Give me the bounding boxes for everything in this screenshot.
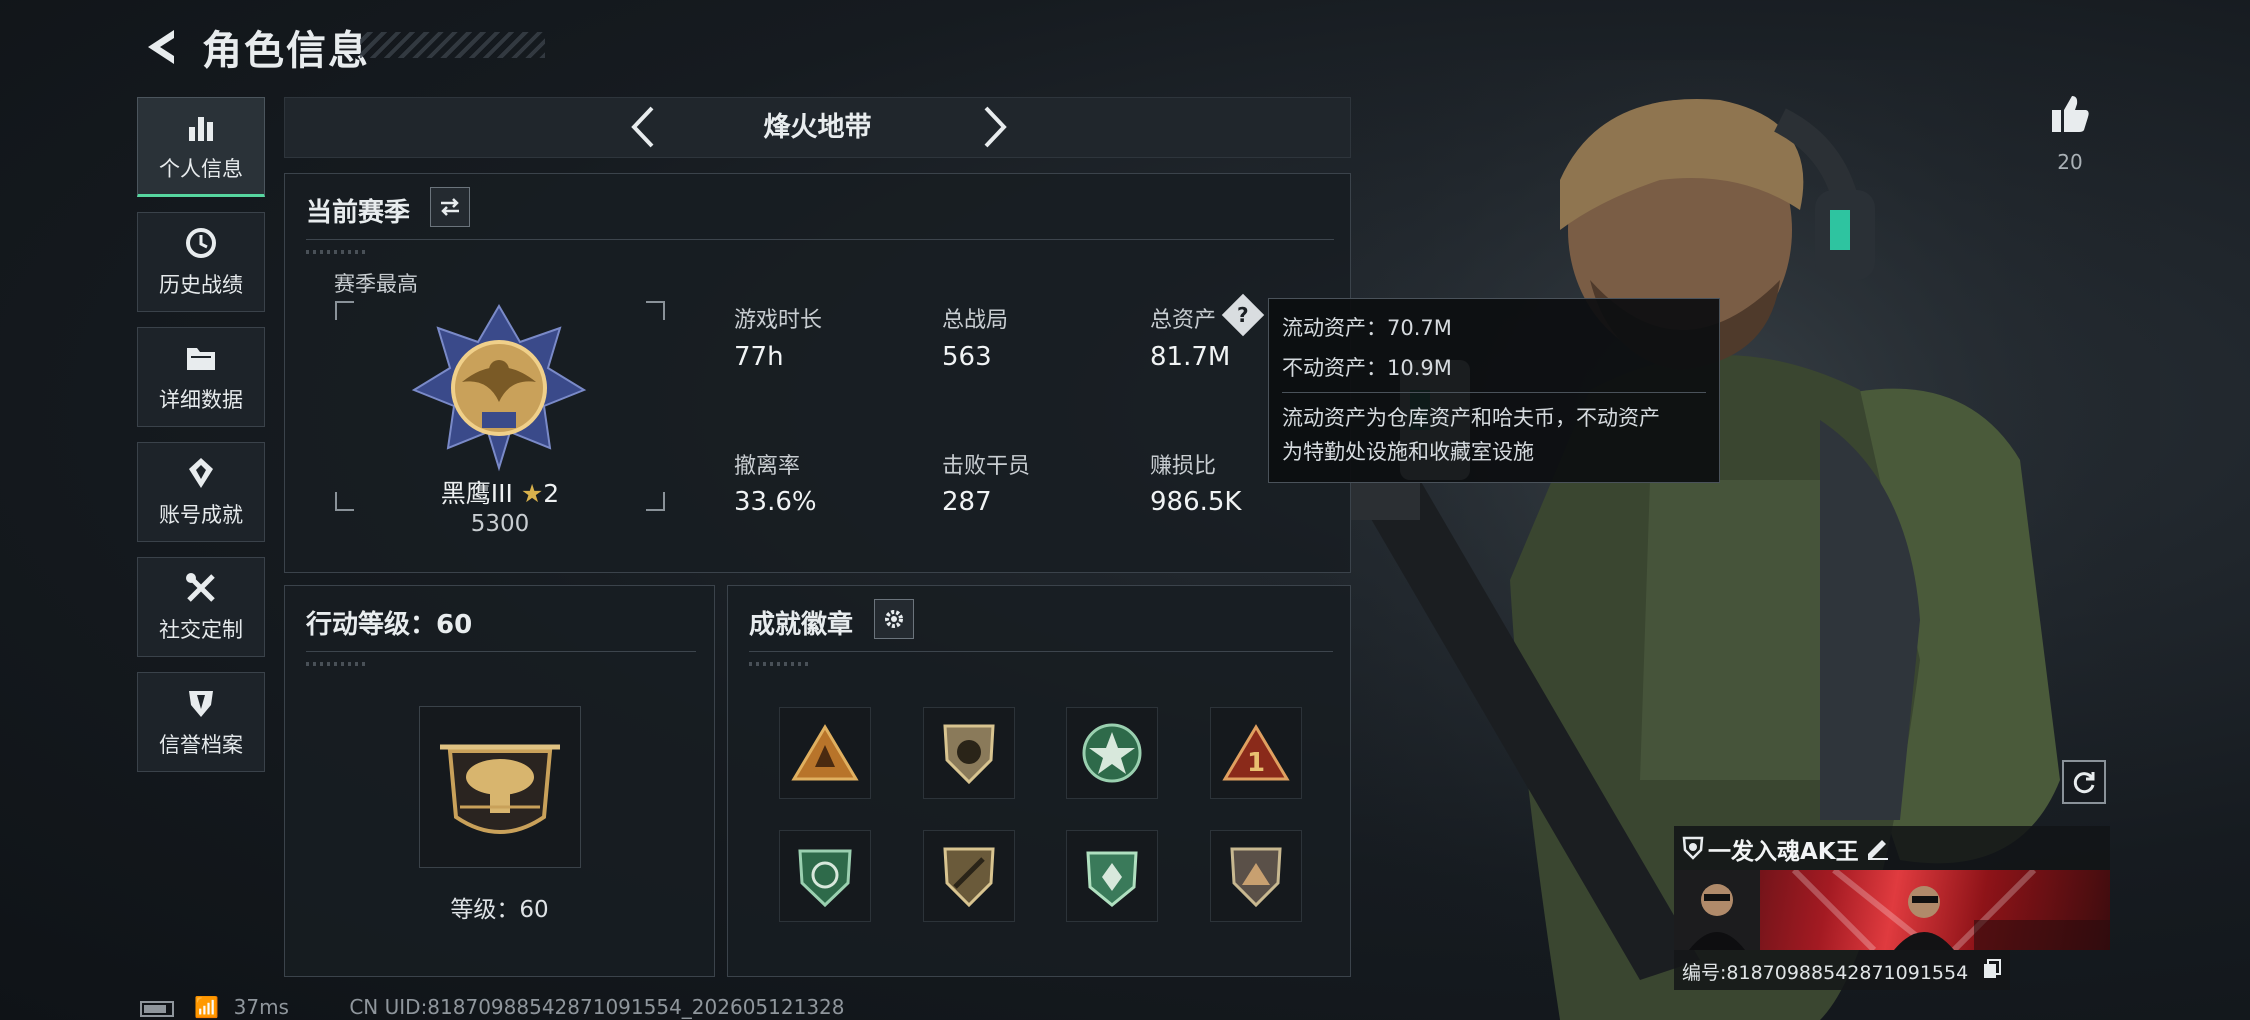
sidebar-item-label: 详细数据 bbox=[159, 388, 243, 412]
panel-divider bbox=[306, 651, 696, 652]
stat-label-total-assets: 总资产 bbox=[1150, 308, 1217, 333]
rifle-badge-icon bbox=[943, 847, 995, 908]
banner-art bbox=[1674, 870, 2110, 950]
sidebar-item-label: 历史战绩 bbox=[159, 273, 243, 297]
badges-settings-button[interactable] bbox=[874, 599, 914, 639]
title-stripe-decoration bbox=[360, 32, 545, 58]
battery-icon bbox=[140, 1000, 174, 1017]
copy-icon[interactable] bbox=[1982, 958, 2002, 980]
stat-value-kills: 287 bbox=[942, 487, 992, 517]
rank-name: 黑鹰III bbox=[440, 479, 513, 508]
tooltip-liquid-assets: 流动资产：70.7M bbox=[1282, 316, 1452, 340]
tooltip-fixed-assets: 不动资产：10.9M bbox=[1282, 356, 1452, 380]
action-level-title: 行动等级：60 bbox=[306, 610, 473, 640]
badge-5[interactable] bbox=[779, 830, 871, 922]
dots-decoration bbox=[749, 662, 809, 666]
sidebar-item-label: 社交定制 bbox=[159, 618, 243, 642]
panel-divider bbox=[749, 651, 1333, 652]
emblem-badge-icon bbox=[1086, 851, 1138, 907]
green-shield-badge-icon bbox=[798, 849, 852, 908]
rank-score: 5300 bbox=[470, 511, 530, 537]
shield-icon bbox=[189, 691, 213, 717]
action-level-label: 等级：60 bbox=[450, 897, 549, 923]
badge-2[interactable] bbox=[923, 707, 1015, 799]
sidebar-item-reputation[interactable]: 信誉档案 bbox=[137, 672, 265, 772]
rank-line: 黑鹰III ★2 bbox=[334, 474, 666, 510]
badge-4[interactable]: 1 bbox=[1210, 707, 1302, 799]
svg-text:1: 1 bbox=[1247, 748, 1265, 778]
season-switch-button[interactable] bbox=[430, 187, 470, 227]
triangle-badge-icon bbox=[791, 724, 859, 781]
swap-icon bbox=[441, 198, 459, 216]
dots-decoration bbox=[306, 250, 366, 254]
player-name: 一发入魂AK王 bbox=[1708, 839, 1859, 865]
status-bar: 📶 37ms CN UID:81870988542871091554_20260… bbox=[140, 995, 845, 1019]
gear-icon bbox=[885, 610, 903, 628]
stat-label-total-matches: 总战局 bbox=[942, 308, 1009, 333]
rank-emblem-icon bbox=[411, 304, 587, 472]
sidebar-item-label: 个人信息 bbox=[159, 157, 243, 181]
uid-line: CN UID:81870988542871091554_202605121328 bbox=[349, 995, 845, 1019]
season-best-label: 赛季最高 bbox=[334, 272, 418, 296]
refresh-button[interactable] bbox=[2062, 760, 2106, 804]
season-title: 当前赛季 bbox=[306, 198, 411, 228]
shield-badge-icon bbox=[943, 724, 995, 785]
stat-label-extract-rate: 撤离率 bbox=[734, 454, 801, 479]
rank-one-badge-icon: 1 bbox=[1222, 724, 1290, 781]
tooltip-divider bbox=[1282, 392, 1706, 393]
player-card-banner bbox=[1674, 870, 2110, 950]
sidebar-item-label: 信誉档案 bbox=[159, 733, 243, 757]
tooltip-desc-line2: 为特勤处设施和收藏室设施 bbox=[1282, 440, 1534, 464]
star-icon: ★ bbox=[520, 479, 544, 508]
dots-decoration bbox=[306, 662, 366, 666]
bar-chart-icon bbox=[189, 117, 213, 141]
player-uid: 编号:81870988542871091554 bbox=[1682, 962, 1969, 984]
thumbs-up-icon[interactable] bbox=[2048, 92, 2092, 136]
badges-title: 成就徽章 bbox=[749, 610, 854, 640]
stat-value-total-matches: 563 bbox=[942, 342, 992, 372]
tools-icon bbox=[186, 573, 215, 602]
action-level-emblem-frame bbox=[419, 706, 581, 868]
wifi-icon: 📶 bbox=[194, 995, 220, 1019]
rank-shield-icon bbox=[1682, 836, 1704, 860]
sidebar-item-match-history[interactable]: 历史战绩 bbox=[137, 212, 265, 312]
history-icon bbox=[186, 228, 216, 258]
ping: 37ms bbox=[233, 995, 289, 1019]
stat-value-total-assets: 81.7M bbox=[1150, 342, 1231, 372]
sidebar-item-personal-info[interactable]: 个人信息 bbox=[137, 97, 265, 197]
like-count: 20 bbox=[2057, 150, 2083, 174]
folder-icon bbox=[187, 348, 215, 370]
helicopter-emblem-icon bbox=[440, 744, 560, 834]
mode-title: 烽火地带 bbox=[763, 112, 872, 143]
chevron-left-icon[interactable] bbox=[624, 104, 660, 150]
badge-6[interactable] bbox=[923, 830, 1015, 922]
sidebar-item-social-custom[interactable]: 社交定制 bbox=[137, 557, 265, 657]
stat-label-profit-ratio: 赚损比 bbox=[1150, 454, 1217, 479]
achievement-icon bbox=[189, 458, 213, 488]
stat-label-playtime: 游戏时长 bbox=[734, 308, 823, 333]
back-arrow-icon[interactable] bbox=[138, 24, 184, 70]
chevron-right-icon[interactable] bbox=[978, 104, 1014, 150]
edit-pencil-icon[interactable] bbox=[1864, 834, 1890, 860]
star-badge-icon bbox=[1082, 723, 1142, 783]
stat-value-playtime: 77h bbox=[734, 342, 784, 372]
sidebar-item-detailed-data[interactable]: 详细数据 bbox=[137, 327, 265, 427]
panel-divider bbox=[306, 239, 1334, 240]
mountain-badge-icon bbox=[1230, 847, 1282, 908]
stat-label-kills: 击败干员 bbox=[942, 454, 1031, 479]
sidebar-item-achievements[interactable]: 账号成就 bbox=[137, 442, 265, 542]
badge-1[interactable] bbox=[779, 707, 871, 799]
stat-value-extract-rate: 33.6% bbox=[734, 487, 817, 517]
badge-8[interactable] bbox=[1210, 830, 1302, 922]
sidebar-item-label: 账号成就 bbox=[159, 503, 243, 527]
badge-3[interactable] bbox=[1066, 707, 1158, 799]
rank-stars: 2 bbox=[543, 479, 560, 508]
refresh-icon bbox=[2073, 772, 2095, 794]
badge-7[interactable] bbox=[1066, 830, 1158, 922]
page-title: 角色信息 bbox=[202, 28, 370, 74]
stat-value-profit-ratio: 986.5K bbox=[1150, 487, 1242, 517]
tooltip-desc-line1: 流动资产为仓库资产和哈夫币，不动资产 bbox=[1282, 406, 1660, 430]
